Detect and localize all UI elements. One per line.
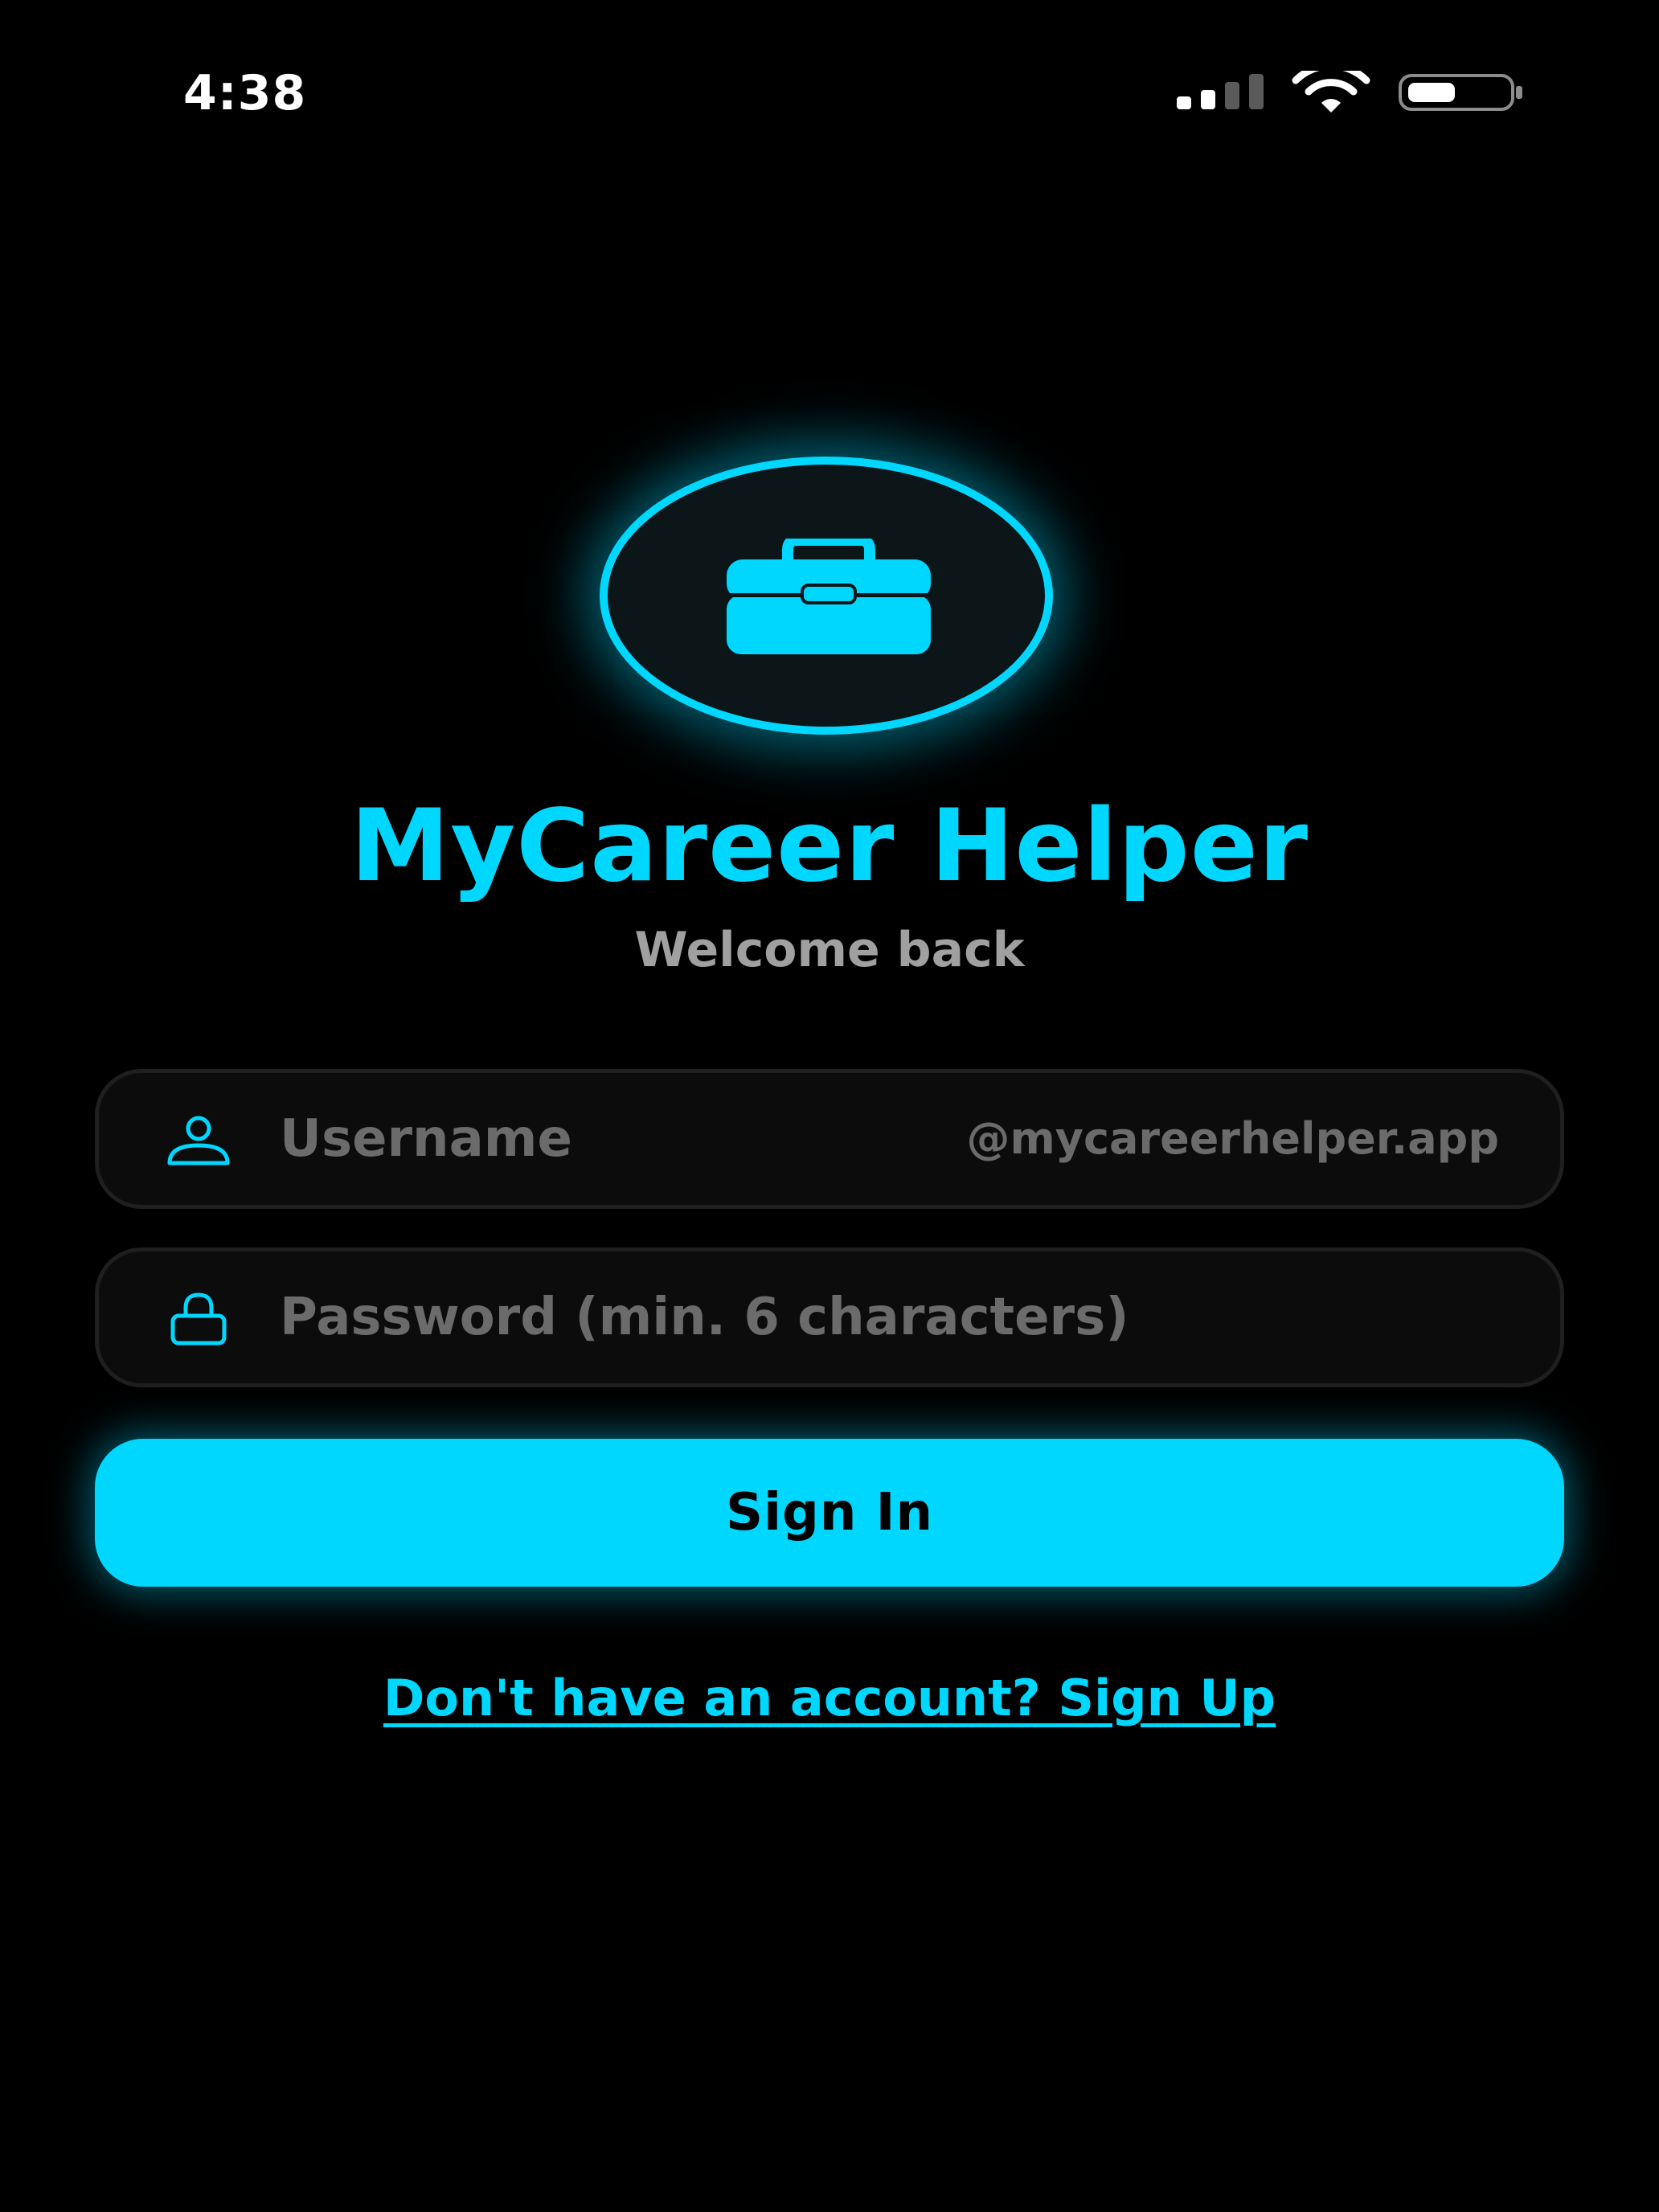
lock-icon (170, 1292, 227, 1346)
user-icon (167, 1116, 230, 1165)
email-domain-suffix: @mycareerhelper.app (966, 1113, 1499, 1164)
app-title: MyCareer Helper (350, 789, 1309, 904)
wifi-icon (1292, 71, 1370, 113)
briefcase-icon (727, 539, 931, 654)
username-input[interactable] (280, 1073, 858, 1205)
sign-up-link[interactable]: Don't have an account? Sign Up (0, 1662, 1659, 1735)
login-screen: 4:38 MyCareer Helper Welcome back Userna… (0, 0, 1659, 2212)
battery-icon (1399, 74, 1522, 111)
sign-in-button[interactable]: Sign In (95, 1439, 1564, 1587)
signal-icon (1177, 74, 1264, 109)
username-field-container[interactable]: @mycareerhelper.app (95, 1069, 1564, 1209)
password-input[interactable] (280, 1251, 1534, 1383)
status-bar: 4:38 (0, 0, 1659, 185)
welcome-subtitle: Welcome back (634, 922, 1025, 978)
moon-icon (388, 76, 424, 108)
password-field-container[interactable] (95, 1247, 1564, 1387)
status-time: 4:38 (183, 65, 307, 121)
